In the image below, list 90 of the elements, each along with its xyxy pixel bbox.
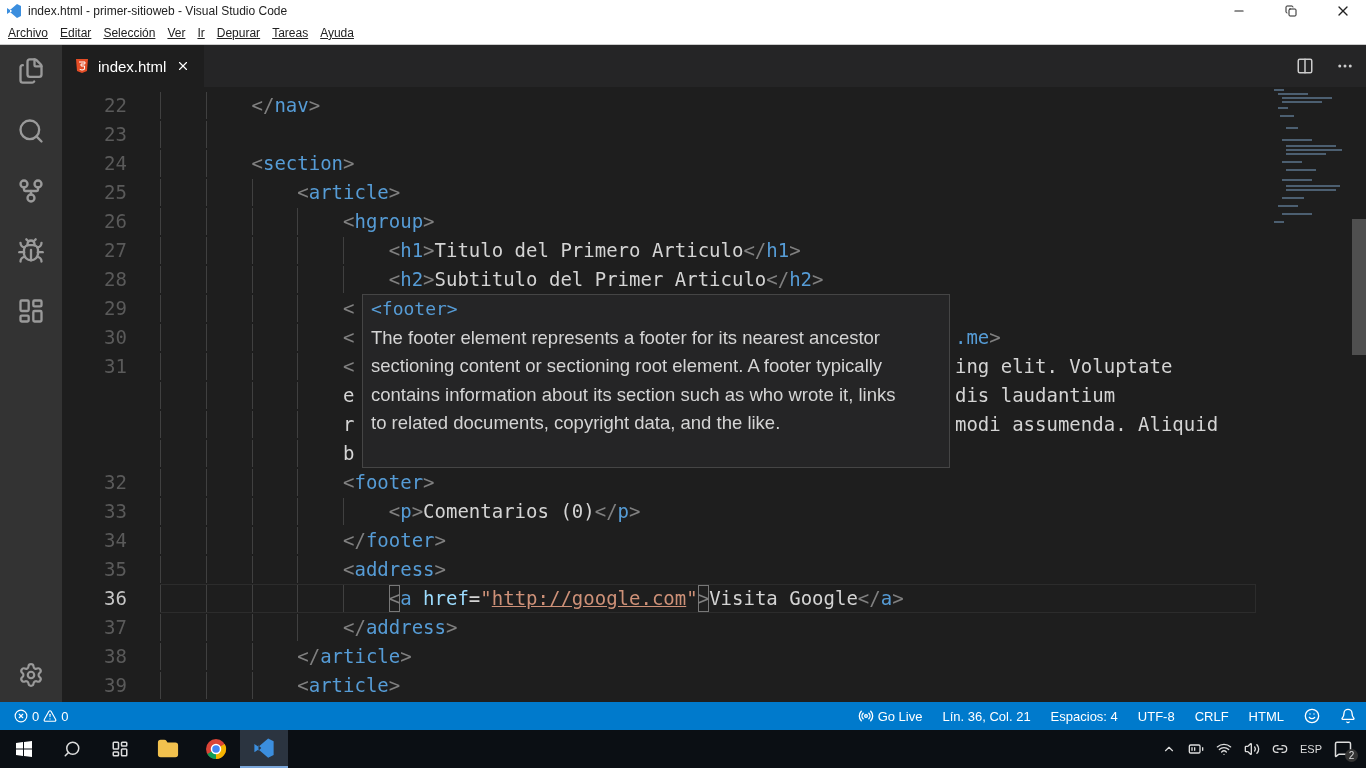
code-text: <hgroup>	[343, 209, 435, 234]
code-text: <section>	[251, 151, 355, 176]
line-number: 24	[104, 152, 127, 174]
status-item[interactable]: Go Live	[877, 708, 923, 724]
menu-item[interactable]: Selección	[103, 26, 156, 40]
menu-item[interactable]: Editar	[60, 26, 92, 40]
editor-logo-icon[interactable]	[253, 737, 275, 759]
status-item[interactable]: UTF-8	[1137, 708, 1175, 724]
line-number: 25	[104, 181, 127, 203]
code-text: dis laudantium	[955, 383, 1116, 408]
status-item[interactable]: HTML	[1248, 708, 1284, 724]
volume-icon[interactable]	[1244, 741, 1260, 757]
code-text: .me>	[955, 325, 1001, 350]
task-view-icon[interactable]	[111, 740, 129, 758]
code-text: <article>	[297, 673, 401, 698]
line-number: 35	[104, 558, 127, 580]
code-text: b	[343, 441, 355, 466]
code-text: <article>	[297, 180, 401, 205]
tooltip-text: The footer element represents a footer for its nearest ancestor sectioning content or sectioning root element. A footer typically contains information about its section such as who wrote it, links to related documents, copyright data, and the like.	[371, 325, 897, 436]
code-text: r	[343, 412, 355, 437]
line-number: 29	[104, 297, 127, 319]
split-editor-icon[interactable]	[1296, 57, 1314, 75]
menu-item[interactable]: Ver	[167, 26, 186, 40]
warning-count[interactable]: 0	[61, 708, 69, 724]
wifi-icon[interactable]	[1216, 741, 1232, 757]
code-text: <address>	[343, 557, 446, 582]
editor-tab[interactable]: index.html	[62, 45, 205, 87]
notification-icon[interactable]	[1334, 740, 1352, 758]
tab-label: index.html	[98, 57, 167, 75]
line-number: 26	[104, 210, 127, 232]
bug-icon[interactable]	[17, 237, 45, 265]
line-number: 22	[104, 94, 127, 116]
status-item[interactable]: Espacios: 4	[1050, 708, 1118, 724]
code-text: </article>	[297, 644, 412, 669]
code-text: modi assumenda. Aliquid	[955, 412, 1219, 437]
menu-item[interactable]: Ayuda	[320, 26, 354, 40]
error-count[interactable]: 0	[32, 708, 40, 724]
smiley-icon[interactable]	[1304, 708, 1320, 724]
html-file-icon	[76, 59, 88, 73]
code-text: ing elit. Voluptate	[955, 354, 1173, 379]
extensions-icon[interactable]	[17, 297, 45, 325]
folder-icon[interactable]	[157, 738, 179, 760]
settings-icon[interactable]	[18, 662, 44, 688]
editor-app-button[interactable]	[240, 730, 288, 768]
battery-icon[interactable]	[1188, 741, 1204, 757]
notification-count: 2	[1345, 749, 1358, 762]
menu-item[interactable]: Depurar	[216, 26, 261, 40]
code-text: <h2>Subtitulo del Primer Articulo</h2>	[388, 267, 824, 292]
files-icon[interactable]	[17, 57, 45, 85]
search-icon[interactable]	[63, 740, 81, 758]
code-text: </nav>	[251, 93, 321, 118]
warning-icon	[43, 709, 58, 723]
menu-item[interactable]: Tareas	[272, 26, 309, 40]
line-number: 31	[104, 355, 127, 377]
code-text: <h1>Titulo del Primero Articulo</h1>	[388, 238, 801, 263]
code-text: <	[343, 354, 355, 379]
broadcast-icon	[857, 708, 874, 724]
line-number: 34	[104, 529, 127, 551]
code-text: <	[343, 325, 355, 350]
app-logo-icon	[6, 3, 22, 19]
line-number: 30	[104, 326, 127, 348]
code-text: <p>Comentarios (0)</p>	[388, 499, 641, 524]
line-number: 39	[104, 674, 127, 696]
line-number: 36	[104, 587, 127, 609]
code-text: </address>	[343, 615, 458, 640]
line-number: 27	[104, 239, 127, 261]
windows-logo-icon[interactable]	[16, 741, 32, 757]
error-icon	[14, 709, 28, 723]
code-text: </footer>	[343, 528, 446, 553]
scrollbar-thumb[interactable]	[1352, 219, 1366, 355]
status-item[interactable]: CRLF	[1194, 708, 1229, 724]
tooltip-signature: <footer>	[371, 297, 459, 321]
code-text: <footer>	[343, 470, 435, 495]
line-number: 37	[104, 616, 127, 638]
language-indicator[interactable]: ESP	[1300, 743, 1322, 755]
branch-icon[interactable]	[17, 177, 45, 205]
window-title: index.html - primer-sitioweb - Visual Studio Code	[28, 4, 289, 18]
line-number: 38	[104, 645, 127, 667]
line-number: 33	[104, 500, 127, 522]
menu-item[interactable]: Ir	[197, 26, 205, 40]
status-item[interactable]: Lín. 36, Col. 21	[942, 708, 1031, 724]
browser-icon[interactable]	[205, 738, 227, 760]
menu-item[interactable]: Archivo	[8, 26, 48, 40]
code-text: <	[343, 296, 355, 321]
line-number: 23	[104, 123, 127, 145]
line-number: 28	[104, 268, 127, 290]
line-number: 32	[104, 471, 127, 493]
restore-icon[interactable]	[1285, 5, 1297, 17]
bell-icon[interactable]	[1340, 708, 1356, 724]
code-text: e	[343, 383, 355, 408]
